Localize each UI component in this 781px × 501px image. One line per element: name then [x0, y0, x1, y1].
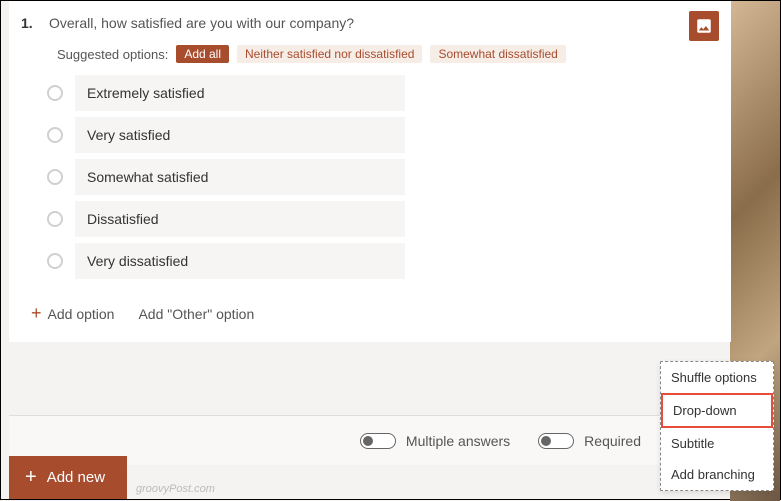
radio-icon — [47, 85, 63, 101]
options-list: Extremely satisfied Very satisfied Somew… — [9, 75, 731, 293]
radio-icon — [47, 127, 63, 143]
option-input[interactable]: Extremely satisfied — [75, 75, 405, 111]
menu-add-branching[interactable]: Add branching — [661, 459, 773, 490]
question-number: 1. — [21, 15, 49, 31]
menu-subtitle[interactable]: Subtitle — [661, 428, 773, 459]
required-label: Required — [584, 433, 641, 449]
radio-icon — [47, 253, 63, 269]
option-input[interactable]: Very satisfied — [75, 117, 405, 153]
option-row: Very satisfied — [47, 117, 719, 153]
add-all-button[interactable]: Add all — [176, 45, 229, 63]
add-new-button[interactable]: + Add new — [9, 456, 127, 499]
multiple-answers-toggle-group: Multiple answers — [360, 433, 510, 449]
option-input[interactable]: Dissatisfied — [75, 201, 405, 237]
radio-icon — [47, 211, 63, 227]
suggested-options-row: Suggested options: Add all Neither satis… — [9, 41, 731, 75]
required-toggle-group: Required — [538, 433, 641, 449]
add-actions-row: + Add option Add "Other" option — [9, 293, 731, 342]
menu-drop-down[interactable]: Drop-down — [661, 393, 773, 428]
required-toggle[interactable] — [538, 433, 574, 449]
multiple-answers-label: Multiple answers — [406, 433, 510, 449]
option-input[interactable]: Somewhat satisfied — [75, 159, 405, 195]
multiple-answers-toggle[interactable] — [360, 433, 396, 449]
option-row: Very dissatisfied — [47, 243, 719, 279]
option-row: Dissatisfied — [47, 201, 719, 237]
add-option-button[interactable]: + Add option — [31, 303, 114, 324]
add-new-label: Add new — [47, 469, 105, 486]
question-card: 1. Overall, how satisfied are you with o… — [9, 1, 731, 342]
suggested-chip[interactable]: Somewhat dissatisfied — [430, 45, 565, 63]
suggested-chip[interactable]: Neither satisfied nor dissatisfied — [237, 45, 422, 63]
watermark: groovyPost.com — [136, 483, 215, 495]
image-icon — [695, 17, 713, 35]
insert-image-button[interactable] — [689, 11, 719, 41]
more-options-menu: Shuffle options Drop-down Subtitle Add b… — [660, 361, 774, 491]
suggested-label: Suggested options: — [57, 47, 168, 62]
question-header: 1. Overall, how satisfied are you with o… — [9, 1, 731, 41]
plus-icon: + — [31, 303, 42, 324]
add-option-label: Add option — [48, 306, 115, 322]
menu-shuffle-options[interactable]: Shuffle options — [661, 362, 773, 393]
option-row: Extremely satisfied — [47, 75, 719, 111]
radio-icon — [47, 169, 63, 185]
add-other-button[interactable]: Add "Other" option — [138, 306, 254, 322]
option-input[interactable]: Very dissatisfied — [75, 243, 405, 279]
plus-icon: + — [25, 466, 37, 489]
question-text[interactable]: Overall, how satisfied are you with our … — [49, 15, 719, 31]
option-row: Somewhat satisfied — [47, 159, 719, 195]
